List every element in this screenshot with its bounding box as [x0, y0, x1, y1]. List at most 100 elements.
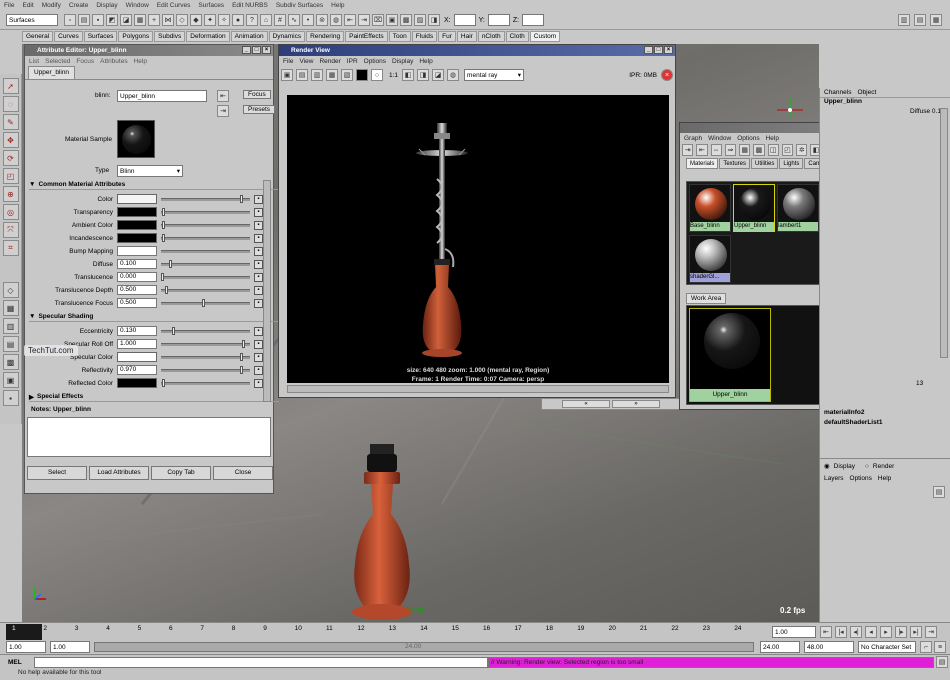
- shelf-tab-dynamics[interactable]: Dynamics: [268, 31, 306, 42]
- select-component-icon[interactable]: ▦: [134, 14, 146, 26]
- display-real-size-icon[interactable]: ◪: [432, 69, 445, 81]
- step-back-key-icon[interactable]: |◂: [835, 626, 847, 638]
- z-input[interactable]: [522, 14, 545, 26]
- attribute-slider[interactable]: [161, 378, 250, 388]
- map-texture-icon[interactable]: ▪: [254, 298, 263, 308]
- move-tool-icon[interactable]: ✥: [2, 132, 19, 148]
- shelf-tab-ncloth[interactable]: nCloth: [477, 31, 505, 42]
- menu-window[interactable]: Window: [126, 2, 149, 9]
- attribute-color-swatch[interactable]: [117, 220, 157, 230]
- hypershade-menu-options[interactable]: Options: [737, 135, 759, 142]
- focus-button[interactable]: Focus: [243, 90, 271, 99]
- menu-create[interactable]: Create: [69, 2, 89, 9]
- attribute-slider[interactable]: [161, 339, 250, 349]
- close-icon[interactable]: ×: [664, 46, 673, 54]
- tab-textures[interactable]: Textures: [719, 157, 751, 169]
- x-input[interactable]: [453, 14, 476, 26]
- channel-box-tab-object[interactable]: Object: [857, 89, 876, 96]
- play-backward-icon[interactable]: ◂: [865, 626, 877, 638]
- menu-help[interactable]: Help: [331, 2, 344, 9]
- render-view-menu-help[interactable]: Help: [419, 58, 432, 65]
- soft-mod-icon[interactable]: ◎: [2, 204, 19, 220]
- start-time-field[interactable]: 1.00: [6, 641, 46, 653]
- render-view-scrollbar[interactable]: [287, 385, 669, 393]
- shelf-tab-curves[interactable]: Curves: [54, 31, 83, 42]
- render-view-menu-file[interactable]: File: [283, 58, 293, 65]
- shelf-tab-general[interactable]: General: [22, 31, 54, 42]
- render-settings-icon[interactable]: ◍: [447, 69, 460, 81]
- make-live-icon[interactable]: ◍: [330, 14, 342, 26]
- select-object-icon[interactable]: ◪: [120, 14, 132, 26]
- shelf-tab-fur[interactable]: Fur: [438, 31, 456, 42]
- map-texture-icon[interactable]: ▪: [254, 285, 263, 295]
- scroll-left-icon[interactable]: «: [562, 400, 610, 408]
- snap-grid-icon[interactable]: #: [274, 14, 286, 26]
- attribute-slider[interactable]: [161, 246, 250, 256]
- preferences-icon[interactable]: ≡: [934, 641, 946, 653]
- map-texture-icon[interactable]: ▪: [254, 259, 263, 269]
- attribute-color-swatch[interactable]: [117, 207, 157, 217]
- attribute-color-swatch[interactable]: [117, 233, 157, 243]
- slider-thumb[interactable]: [240, 366, 244, 374]
- step-forward-key-icon[interactable]: ▸|: [910, 626, 922, 638]
- attribute-value-field[interactable]: 0.500: [117, 298, 157, 308]
- paint-select-tool-icon[interactable]: ✎: [2, 114, 19, 130]
- render-view-menu-options[interactable]: Options: [364, 58, 386, 65]
- layout-four-icon[interactable]: ▦: [2, 300, 19, 316]
- slider-thumb[interactable]: [161, 221, 165, 229]
- map-texture-icon[interactable]: ▪: [254, 220, 263, 230]
- layout-custom-icon[interactable]: ▣: [2, 372, 19, 388]
- refresh-ipr-icon[interactable]: ▧: [341, 69, 353, 81]
- attribute-slider[interactable]: [161, 365, 250, 375]
- shelf-tab-subdivs[interactable]: Subdivs: [154, 31, 186, 42]
- channel-box-list-item[interactable]: defaultShaderList1: [824, 418, 883, 428]
- layout-persp-outliner-icon[interactable]: ▤: [2, 336, 19, 352]
- save-scene-icon[interactable]: ▪: [92, 14, 104, 26]
- auto-key-icon[interactable]: ⌐: [920, 641, 932, 653]
- channel-box-list-item[interactable]: materialInfo2: [824, 408, 883, 418]
- map-texture-icon[interactable]: ▪: [254, 207, 263, 217]
- attribute-slider[interactable]: [161, 207, 250, 217]
- shelf-tab-cloth[interactable]: Cloth: [505, 31, 529, 42]
- render-globals-icon[interactable]: ▨: [414, 14, 426, 26]
- notes-textarea[interactable]: [27, 417, 271, 457]
- step-forward-frame-icon[interactable]: |▸: [895, 626, 907, 638]
- attribute-slider[interactable]: [161, 298, 250, 308]
- slider-thumb[interactable]: [161, 379, 165, 387]
- numeric-input-icon[interactable]: ◨: [428, 14, 440, 26]
- map-texture-icon[interactable]: ▪: [254, 339, 263, 349]
- map-texture-icon[interactable]: ▪: [254, 326, 263, 336]
- ae-menu-help[interactable]: Help: [134, 58, 147, 65]
- new-scene-icon[interactable]: ▫: [64, 14, 76, 26]
- input-connections-icon[interactable]: ⇤: [696, 144, 708, 156]
- attribute-value-field[interactable]: 0.970: [117, 365, 157, 375]
- y-input[interactable]: [487, 14, 510, 26]
- current-time-field[interactable]: 1.00: [772, 626, 816, 638]
- menu-subdiv-surfaces[interactable]: Subdiv Surfaces: [276, 2, 323, 9]
- menu-display[interactable]: Display: [96, 2, 117, 9]
- attribute-slider[interactable]: [161, 285, 250, 295]
- map-texture-icon[interactable]: ▪: [254, 272, 263, 282]
- snapshot-icon[interactable]: ▥: [311, 69, 323, 81]
- shelf-tab-deformation[interactable]: Deformation: [186, 31, 230, 42]
- remove-image-icon[interactable]: ◨: [417, 69, 430, 81]
- last-tool-icon[interactable]: ⌗: [2, 240, 19, 256]
- render-image[interactable]: size: 640 480 zoom: 1.000 (mental ray, R…: [287, 95, 669, 383]
- renderer-dropdown[interactable]: mental ray ▾: [464, 69, 525, 81]
- attribute-value-field[interactable]: [117, 246, 157, 256]
- section-specular-shading[interactable]: ▼ Specular Shading: [29, 312, 279, 322]
- attribute-slider[interactable]: [161, 233, 250, 243]
- attribute-color-swatch[interactable]: [117, 378, 157, 388]
- mask-surfaces-icon[interactable]: ◆: [190, 14, 202, 26]
- mask-joints-icon[interactable]: ⋈: [162, 14, 174, 26]
- go-to-end-icon[interactable]: ⇥: [925, 626, 937, 638]
- map-texture-icon[interactable]: ▪: [254, 365, 263, 375]
- hypershade-menu-graph[interactable]: Graph: [684, 135, 702, 142]
- attribute-slider[interactable]: [161, 194, 250, 204]
- lasso-tool-icon[interactable]: ◌: [2, 96, 19, 112]
- layout-hypershade-icon[interactable]: ▩: [2, 354, 19, 370]
- display-radio-icon[interactable]: ◉: [824, 462, 830, 470]
- section-special-effects[interactable]: ▶ Special Effects: [29, 392, 279, 402]
- copy-tab-button[interactable]: Copy Tab: [151, 466, 211, 480]
- hookah-model[interactable]: [347, 444, 417, 622]
